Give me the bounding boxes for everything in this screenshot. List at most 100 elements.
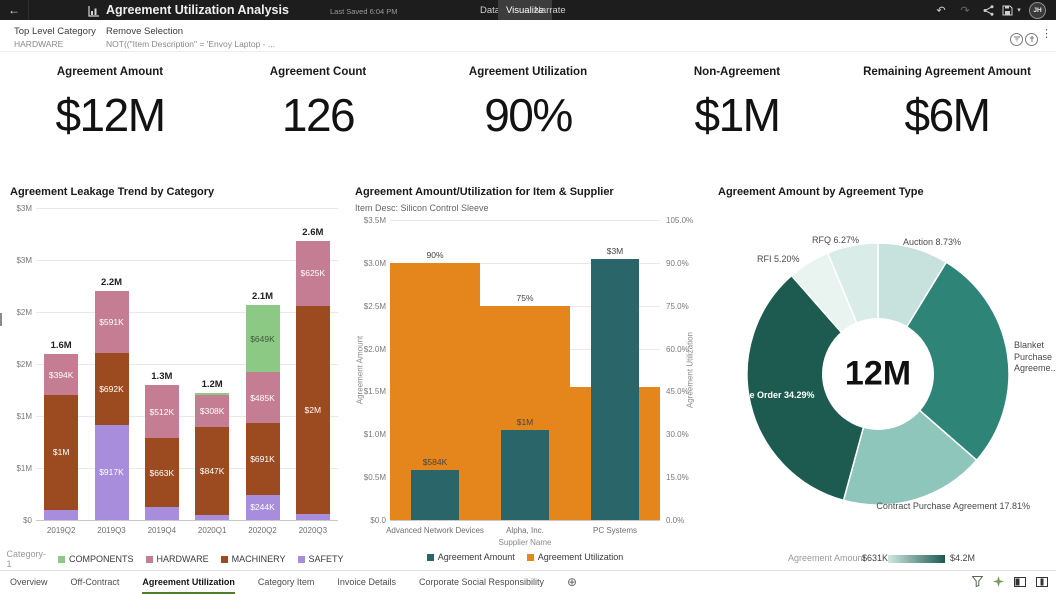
canvas-tab-invoice-details[interactable]: Invoice Details	[337, 571, 396, 594]
y-axis-tick: $0	[6, 516, 32, 525]
workbook-title: Agreement Utilization Analysis	[106, 3, 289, 17]
filter-canvas-icon[interactable]	[972, 574, 983, 592]
legend-label: SAFETY	[309, 554, 344, 564]
y-axis-tick: $2M	[6, 360, 32, 369]
bar-total-label: 1.6M	[51, 340, 72, 351]
right-axis-tick: 105.0%	[666, 216, 693, 225]
right-axis-tick: 90.0%	[666, 259, 689, 268]
auto-insights-sparkle-icon[interactable]	[993, 574, 1004, 592]
legend-label: Agreement Utilization	[538, 552, 624, 562]
segment-value-label: $485K	[250, 393, 275, 403]
legend-label: COMPONENTS	[69, 554, 134, 564]
segment-value-label: $512K	[150, 407, 175, 417]
pie-label-rfq: RFQ 6.27%	[812, 235, 859, 245]
kpi-value: $1M	[695, 88, 780, 142]
stacked-bar-segment[interactable]	[44, 510, 78, 520]
chart2-title: Agreement Amount/Utilization for Item & …	[355, 186, 614, 198]
avatar[interactable]: JH	[1029, 2, 1046, 19]
donut-legend-max: $4.2M	[950, 553, 975, 563]
gridline	[36, 312, 338, 313]
chart1-legend: Category-1COMPONENTSHARDWAREMACHINERYSAF…	[10, 549, 340, 569]
kpi-label: Agreement Utilization	[469, 66, 587, 78]
utilization-bar-label: 75%	[516, 293, 533, 303]
gridline	[36, 520, 338, 521]
amount-bar[interactable]	[501, 430, 549, 520]
last-saved-text: Last Saved 6:04 PM	[330, 7, 398, 16]
filter-pill[interactable]: Top Level CategoryHARDWARE	[14, 26, 96, 49]
save-icon[interactable]	[1000, 0, 1014, 20]
legend-swatch	[146, 556, 153, 563]
bar-total-label: 1.2M	[202, 379, 223, 390]
filter-label: Top Level Category	[14, 26, 96, 37]
donut-legend-gradient	[888, 555, 945, 563]
chart2-right-axis-title: Agreement Utilization	[686, 332, 695, 408]
top-tab-narrate[interactable]: Narrate	[526, 0, 574, 20]
layout-left-panel-icon[interactable]	[1014, 574, 1026, 592]
right-axis-tick: 75.0%	[666, 302, 689, 311]
stacked-bar-segment[interactable]	[296, 514, 330, 520]
legend-label: Agreement Amount	[438, 552, 515, 562]
undo-icon[interactable]: ↶	[932, 0, 950, 20]
filter-pin-icon[interactable]	[1025, 29, 1038, 47]
share-icon[interactable]	[979, 0, 997, 20]
gridline	[36, 208, 338, 209]
amount-bar[interactable]	[591, 259, 639, 520]
chart2-xaxis-title: Supplier Name	[499, 538, 552, 547]
canvas-tab-corporate-social-responsibility[interactable]: Corporate Social Responsibility	[419, 571, 544, 594]
canvas-tab-off-contract[interactable]: Off-Contract	[71, 571, 120, 594]
segment-value-label: $663K	[150, 468, 175, 478]
kpi-value: 90%	[484, 88, 572, 142]
segment-value-label: $917K	[99, 467, 124, 477]
segment-value-label: $1M	[53, 447, 70, 457]
bar-total-label: 2.6M	[302, 227, 323, 238]
filter-pill[interactable]: Remove SelectionNOT(("Item Description" …	[106, 26, 275, 49]
back-button[interactable]: ←	[0, 0, 29, 20]
save-caret-icon[interactable]: ▾	[1014, 0, 1024, 20]
gridline	[36, 260, 338, 261]
legend-title: Category-1	[6, 549, 46, 569]
donut-legend-label: Agreement Amount	[788, 553, 865, 563]
right-axis-tick: 15.0%	[666, 473, 689, 482]
segment-value-label: $692K	[99, 384, 124, 394]
stacked-bar-segment[interactable]	[195, 515, 229, 520]
legend-label: HARDWARE	[157, 554, 209, 564]
utilization-bar-label: 90%	[426, 250, 443, 260]
layout-center-panel-icon[interactable]	[1036, 574, 1048, 592]
stacked-bar-segment[interactable]	[145, 507, 179, 520]
redo-icon[interactable]: ↷	[956, 0, 974, 20]
kpi-label: Agreement Count	[270, 66, 366, 78]
stacked-bar-segment[interactable]	[195, 393, 229, 395]
chart1-title: Agreement Leakage Trend by Category	[10, 186, 214, 198]
gridline	[36, 364, 338, 365]
bar-total-label: 2.1M	[252, 291, 273, 302]
gridline	[390, 220, 660, 221]
amount-bar[interactable]	[411, 470, 459, 520]
left-axis-tick: $1.0M	[350, 430, 386, 439]
segment-value-label: $591K	[99, 317, 124, 327]
segment-value-label: $308K	[200, 406, 225, 416]
pie-label-contract-purchase-agreement: Contract Purchase Agreement 17.81%	[858, 501, 1030, 511]
kpi-label: Non-Agreement	[694, 66, 780, 78]
filter-more-options-icon[interactable]: ⋮	[1041, 27, 1052, 40]
canvas-tab-category-item[interactable]: Category Item	[258, 571, 315, 594]
chart3-title: Agreement Amount by Agreement Type	[718, 186, 924, 198]
left-axis-tick: $3.0M	[350, 259, 386, 268]
add-canvas-icon[interactable]: ⊕	[567, 571, 577, 594]
top-bar: ← Agreement Utilization Analysis Last Sa…	[0, 0, 1056, 20]
scroll-indicator[interactable]	[0, 313, 2, 326]
legend-item: Agreement Amount	[427, 552, 515, 562]
canvas-tab-overview[interactable]: Overview	[10, 571, 48, 594]
donut-legend-min: $631K	[862, 553, 888, 563]
x-axis-tick: PC Systems	[593, 526, 637, 535]
legend-swatch	[58, 556, 65, 563]
pie-label-line: Blanket	[1014, 340, 1056, 352]
bar-total-label: 2.2M	[101, 277, 122, 288]
kpi-value: $12M	[55, 88, 164, 142]
y-axis-tick: $1M	[6, 464, 32, 473]
gridline	[390, 520, 660, 521]
left-axis-tick: $2.5M	[350, 302, 386, 311]
amount-bar-label: $584K	[423, 457, 448, 467]
x-axis-tick: 2020Q1	[198, 526, 226, 535]
canvas-tab-agreement-utilization[interactable]: Agreement Utilization	[142, 571, 235, 594]
filter-limit-icon[interactable]	[1010, 29, 1023, 47]
